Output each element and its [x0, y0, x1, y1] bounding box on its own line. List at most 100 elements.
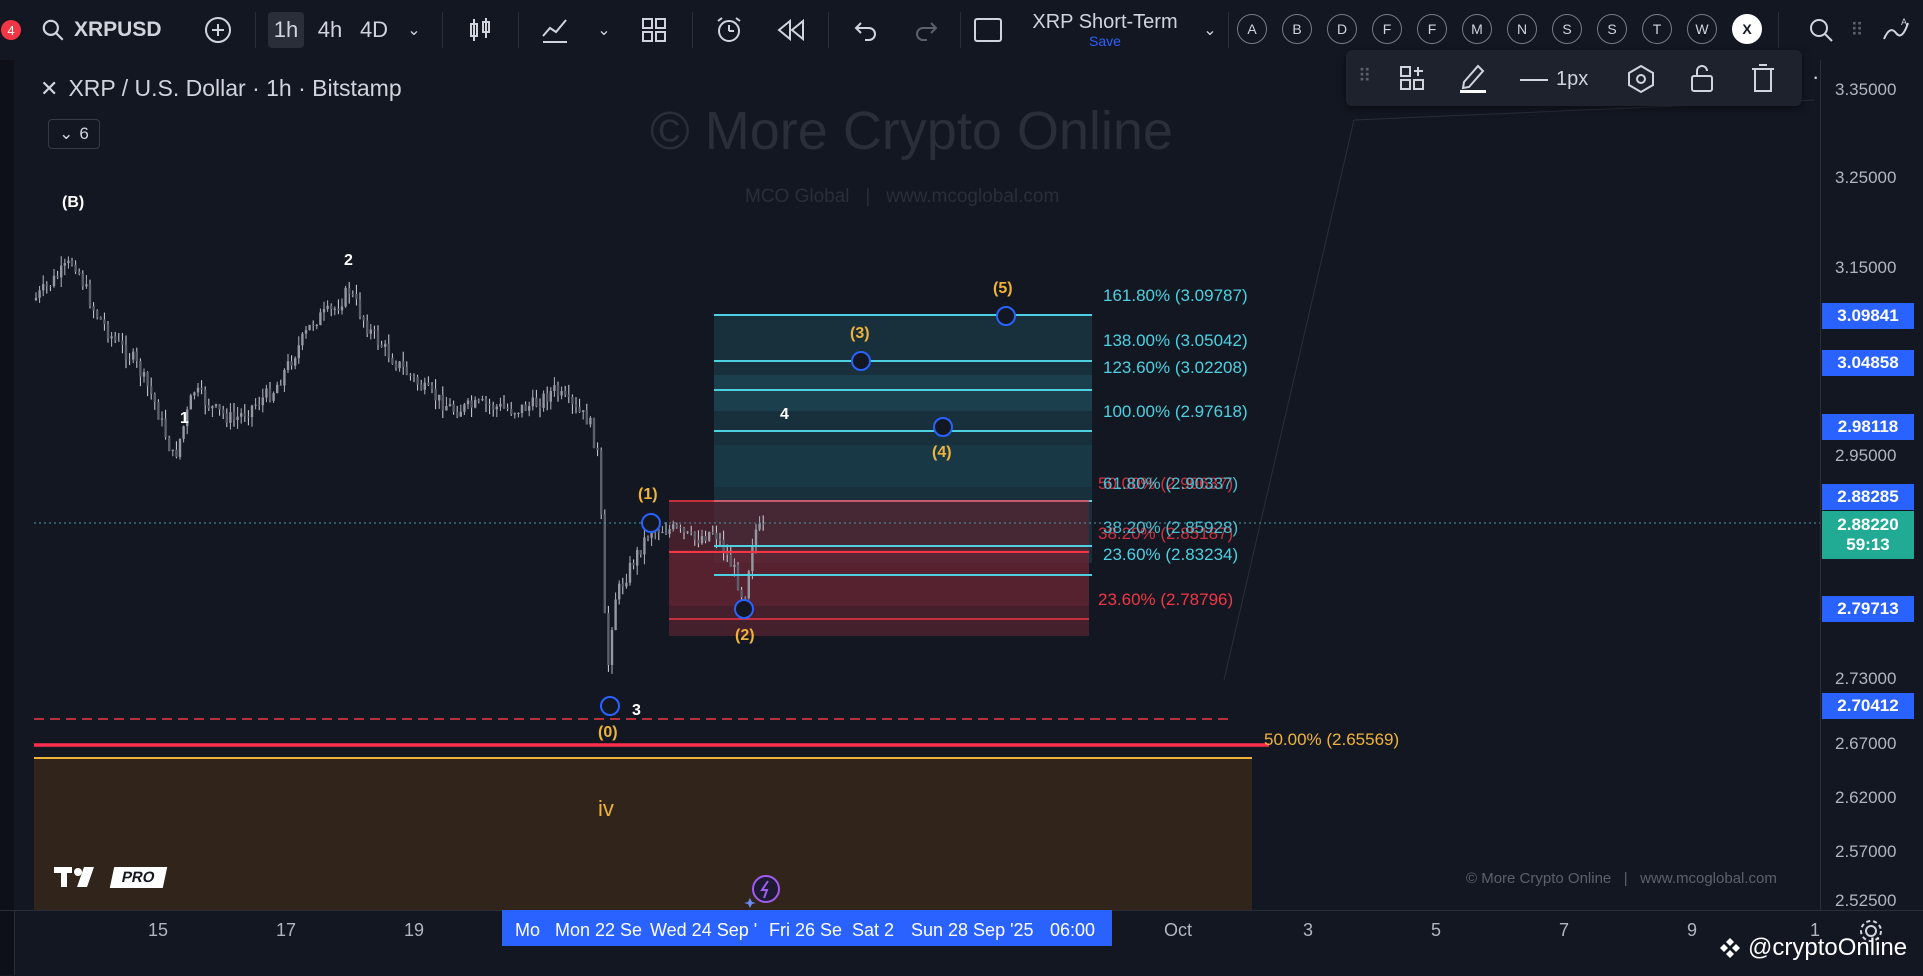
letter-t-button[interactable]: T [1642, 14, 1672, 44]
close-icon[interactable]: ✕ [40, 76, 58, 101]
letter-f2-button[interactable]: F [1417, 14, 1447, 44]
save-label: Save [1089, 33, 1121, 49]
candle-body [391, 357, 394, 364]
interval-dropdown-icon[interactable]: ⌄ [402, 12, 426, 48]
candle-body [470, 400, 473, 408]
candle-body [625, 582, 628, 587]
current-price: 2.88220 [1837, 515, 1899, 535]
letter-f-button[interactable]: F [1372, 14, 1402, 44]
alert-button[interactable] [710, 12, 748, 48]
wave-label-iv: iv [598, 796, 614, 821]
publish-button[interactable]: A [1878, 12, 1914, 48]
candle-body [409, 374, 412, 376]
wave-4-marker[interactable] [933, 417, 953, 437]
fib-ext-138: 138.00% (3.05042) [1103, 331, 1248, 350]
candle-body [333, 308, 336, 310]
candle-body [402, 361, 405, 367]
add-symbol-button[interactable] [200, 12, 236, 48]
candle-body [546, 393, 549, 402]
watermark-main: © More Crypto Online [650, 101, 1173, 161]
candle-body [549, 391, 552, 402]
indicators-collapse-button[interactable]: ⌄ 6 [48, 119, 100, 149]
fib-ext-100: 100.00% (2.97618) [1103, 402, 1248, 421]
candle-body [240, 413, 243, 417]
pencil-color-icon[interactable] [1458, 60, 1488, 94]
candle-body [67, 260, 70, 264]
candle-body [758, 523, 761, 530]
candle-body [250, 405, 254, 418]
undo-icon [854, 22, 876, 41]
quick-search-button[interactable] [1806, 12, 1836, 48]
candle-body [506, 407, 509, 409]
letter-b-button[interactable]: B [1282, 14, 1312, 44]
wave-label-b: (B) [62, 194, 85, 211]
letter-m-button[interactable]: M [1462, 14, 1492, 44]
letter-x-button[interactable]: X [1732, 14, 1762, 44]
candle-body [452, 404, 455, 412]
wave-5-marker[interactable] [996, 306, 1016, 326]
interval-4d[interactable]: 4D [356, 12, 392, 48]
price-label-wave5: 3.09841 [1822, 303, 1914, 329]
letter-d-button[interactable]: D [1327, 14, 1357, 44]
letter-s-button[interactable]: S [1552, 14, 1582, 44]
candle-body [193, 392, 196, 396]
drawing-tools-sidebar[interactable] [0, 60, 15, 975]
undo-button[interactable] [848, 12, 884, 48]
settings-hex-icon[interactable] [1626, 64, 1656, 94]
candle-body [254, 404, 257, 406]
replay-button[interactable] [772, 12, 810, 48]
lock-icon[interactable] [1688, 62, 1716, 94]
candle-body [139, 361, 142, 377]
trash-icon[interactable] [1750, 62, 1776, 94]
candle-body [704, 536, 707, 541]
template-icon[interactable] [1398, 64, 1426, 92]
candle-body [153, 393, 156, 402]
candle-body [301, 333, 304, 346]
layouts-button[interactable] [636, 12, 672, 48]
candle-body [114, 336, 117, 341]
line-width-button[interactable]: 1px [1520, 68, 1588, 91]
symbol-search[interactable]: XRPUSD [40, 12, 170, 48]
candle-body [362, 316, 365, 321]
candle-body [632, 562, 635, 566]
date-tick: 9 [1687, 920, 1698, 940]
wave-2-marker[interactable] [734, 599, 754, 619]
wave-0-marker[interactable] [600, 696, 620, 716]
candle-body [618, 583, 621, 600]
interval-4h[interactable]: 4h [312, 12, 348, 48]
plus-circle-icon [205, 17, 231, 43]
wave-label-c4: (4) [932, 444, 952, 461]
candle-body [661, 531, 664, 533]
candle-body [567, 394, 570, 397]
redo-button[interactable] [908, 12, 944, 48]
letter-s2-button[interactable]: S [1597, 14, 1627, 44]
candle-body [200, 387, 203, 390]
notification-badge[interactable]: 4 [0, 12, 22, 48]
indicators-button[interactable] [536, 12, 574, 48]
indicators-dropdown-icon[interactable]: ⌄ [592, 12, 616, 48]
candle-body [600, 450, 603, 515]
letter-n-button[interactable]: N [1507, 14, 1537, 44]
candle-body [427, 382, 430, 385]
layout-name-button[interactable]: XRP Short-Term Save [1020, 12, 1190, 48]
layout-dropdown-icon[interactable]: ⌄ [1198, 12, 1222, 48]
price-tick: 3.25000 [1835, 168, 1897, 187]
wave-3-marker[interactable] [851, 351, 871, 371]
candle-body [733, 564, 736, 567]
tradingview-logo[interactable]: PRO [54, 864, 167, 890]
interval-1h[interactable]: 1h [268, 12, 304, 48]
magic-assist-icon[interactable] [744, 874, 780, 908]
fullscreen-button[interactable] [970, 12, 1006, 48]
candle-type-button[interactable] [462, 12, 498, 48]
letter-w-button[interactable]: W [1687, 14, 1717, 44]
candle-body [740, 589, 743, 598]
current-price-label: 2.88220 59:13 [1822, 511, 1914, 559]
letter-a-button[interactable]: A [1237, 14, 1267, 44]
candle-body [81, 273, 84, 287]
drag-handle-icon[interactable]: ⠿ [1846, 12, 1868, 48]
wave-1-marker[interactable] [641, 513, 661, 533]
candle-body [132, 351, 135, 360]
candle-body [762, 523, 765, 525]
drag-handle-icon[interactable]: ⠿ [1358, 66, 1371, 87]
candle-body [636, 549, 639, 566]
